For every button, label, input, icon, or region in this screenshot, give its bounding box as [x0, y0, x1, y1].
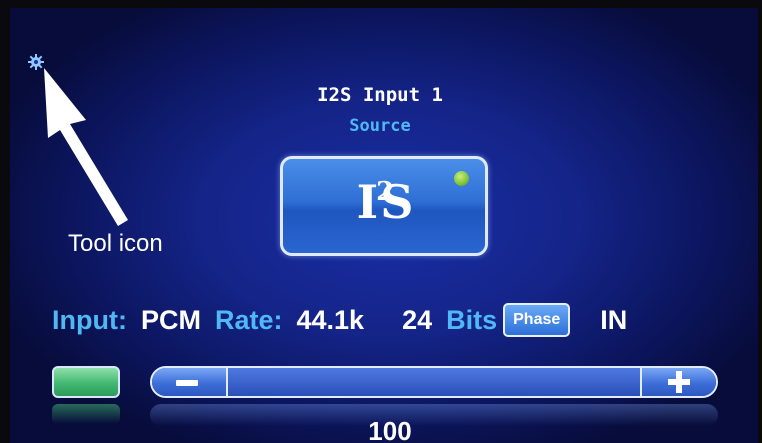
source-select-button[interactable]: I2S	[280, 156, 488, 256]
mute-button[interactable]	[52, 366, 120, 398]
input-name-title: I2S Input 1	[317, 84, 443, 106]
annotation-arrow-icon	[44, 68, 128, 226]
rate-label: Rate:	[214, 304, 283, 335]
bit-depth-value: 24	[402, 304, 433, 335]
bits-label: Bits	[446, 304, 498, 335]
volume-value: 100	[368, 416, 412, 443]
volume-down-button[interactable]	[152, 368, 228, 396]
status-line: Input: PCM Rate: 44.1k 24 Bits Phase IN	[52, 300, 627, 340]
tool-icon-annotation: Tool icon	[68, 230, 163, 257]
input-format-value: PCM	[140, 304, 201, 335]
mute-button-reflection	[52, 404, 120, 424]
minus-icon	[176, 380, 198, 386]
phase-value: IN	[600, 304, 628, 335]
i2s-logo: I2S	[356, 175, 414, 229]
phase-button[interactable]: Phase	[503, 303, 571, 337]
device-screen: I2S Input 1 Source I2S Tool icon Input: …	[10, 8, 758, 443]
source-label: Source	[349, 116, 411, 136]
volume-slider[interactable]	[150, 366, 718, 398]
input-label: Input:	[52, 304, 127, 335]
sample-rate-value: 44.1k	[296, 304, 365, 335]
volume-level-fill	[152, 368, 716, 396]
volume-up-button[interactable]	[640, 368, 716, 396]
